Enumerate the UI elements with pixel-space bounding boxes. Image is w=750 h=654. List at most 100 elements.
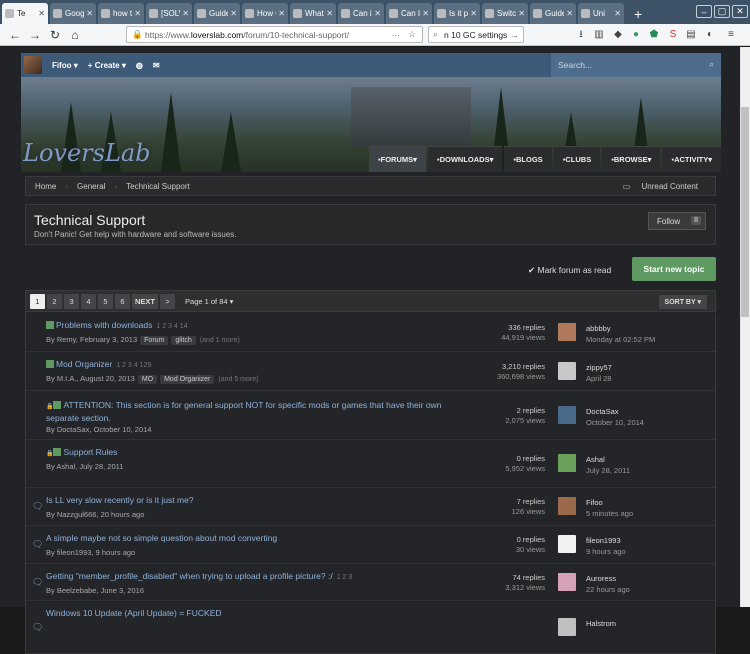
- tag-badge[interactable]: MO: [137, 375, 158, 384]
- tab-close-icon[interactable]: ✕: [518, 9, 525, 18]
- last-poster[interactable]: Auroress: [586, 573, 630, 584]
- tab-close-icon[interactable]: ✕: [566, 9, 573, 18]
- close-window-button[interactable]: ✕: [732, 5, 748, 18]
- topic-title[interactable]: Windows 10 Update (April Update) = FUCKE…: [46, 608, 222, 619]
- page-button[interactable]: 6: [115, 293, 130, 309]
- topic-pages[interactable]: 1 2 3: [337, 574, 353, 581]
- topic-title-text[interactable]: Is LL very slow recently or is it just m…: [46, 495, 194, 505]
- nav-downloads[interactable]: ▪ DOWNLOADS ▾: [427, 146, 503, 172]
- download-icon[interactable]: ⭳: [575, 29, 587, 41]
- browser-tab[interactable]: how t ✕: [98, 3, 144, 24]
- topic-title[interactable]: 🔒 Support Rules: [46, 447, 117, 460]
- browser-tab[interactable]: [SOLV✕: [146, 3, 192, 24]
- extension-icon-1[interactable]: ◆: [612, 29, 624, 41]
- tab-close-icon[interactable]: ✕: [278, 9, 285, 18]
- avatar[interactable]: [24, 56, 42, 74]
- table-row[interactable]: 🗨 Getting "member_profile_disabled" when …: [26, 564, 715, 601]
- messages-icon[interactable]: ✉: [153, 61, 160, 70]
- nav-clubs[interactable]: ▪ CLUBS: [553, 146, 601, 172]
- browser-tab[interactable]: Can I ✕: [386, 3, 432, 24]
- browser-tab[interactable]: Is it p ✕: [434, 3, 480, 24]
- reload-icon[interactable]: ↻: [46, 28, 64, 42]
- table-row[interactable]: Mod Organizer 1 2 3 4 129 By M.I.A., Augus…: [26, 352, 715, 391]
- last-poster[interactable]: DoctaSax: [586, 406, 644, 417]
- browser-tab[interactable]: Goog ✕: [50, 3, 96, 24]
- browser-tab[interactable]: Te ✕: [2, 3, 48, 24]
- topic-title[interactable]: Is LL very slow recently or is it just m…: [46, 495, 194, 506]
- avatar[interactable]: [558, 405, 576, 424]
- site-search-icon[interactable]: ⌕: [709, 59, 714, 70]
- home-icon[interactable]: ⌂: [66, 28, 84, 42]
- tag-badge[interactable]: Forum: [140, 336, 169, 345]
- breadcrumb-current[interactable]: Technical Support: [117, 182, 199, 191]
- avatar[interactable]: [558, 361, 576, 380]
- page-button[interactable]: 3: [64, 293, 79, 309]
- tab-close-icon[interactable]: ✕: [230, 9, 237, 18]
- mark-read-link[interactable]: ✔ Mark forum as read: [528, 265, 611, 276]
- username-menu[interactable]: Fifoo ▾: [52, 61, 78, 70]
- table-row[interactable]: 🔒 ATTENTION: This section is for general …: [26, 391, 715, 440]
- page-actions-icon[interactable]: ···: [392, 30, 401, 40]
- last-poster[interactable]: zippy57: [586, 362, 612, 373]
- minimize-button[interactable]: –: [696, 5, 712, 18]
- last-poster[interactable]: Fifoo: [586, 497, 633, 508]
- browser-tab[interactable]: Switc ✕: [482, 3, 528, 24]
- nav-blogs[interactable]: ▪ BLOGS: [504, 146, 552, 172]
- page-button[interactable]: 5: [98, 293, 113, 309]
- last-poster[interactable]: abbbby: [586, 323, 655, 334]
- last-poster[interactable]: Ashal: [586, 454, 630, 465]
- nav-browse[interactable]: ▪ BROWSE ▾: [602, 146, 661, 172]
- browser-tab[interactable]: Guide ✕: [194, 3, 240, 24]
- avatar[interactable]: [558, 497, 576, 515]
- topic-title[interactable]: 🔒 ATTENTION: This section is for general …: [46, 400, 446, 424]
- globe-icon[interactable]: ◍: [136, 61, 143, 70]
- extension-icon-3[interactable]: S: [667, 29, 679, 41]
- table-row[interactable]: 🔒 Support Rules By Ashal, July 28, 2011 0 r…: [26, 440, 715, 488]
- site-logo[interactable]: LoversLab: [23, 139, 151, 167]
- forward-icon[interactable]: →: [26, 28, 44, 42]
- topic-title-text[interactable]: Problems with downloads: [56, 320, 152, 330]
- topic-title-text[interactable]: Mod Organizer: [56, 359, 112, 369]
- new-tab-button[interactable]: +: [626, 3, 650, 24]
- topic-title[interactable]: Mod Organizer 1 2 3 4 129: [46, 359, 151, 371]
- topic-title-text[interactable]: A simple maybe not so simple question ab…: [46, 533, 277, 543]
- topic-title-text[interactable]: Windows 10 Update (April Update) = FUCKE…: [46, 608, 222, 618]
- topic-title-text[interactable]: ATTENTION: This section is for general s…: [46, 400, 441, 423]
- avatar[interactable]: [558, 454, 576, 472]
- table-row[interactable]: 🗨 Windows 10 Update (April Update) = FUCK…: [26, 601, 715, 654]
- tab-close-icon[interactable]: ✕: [182, 9, 189, 18]
- table-row[interactable]: Problems with downloads 1 2 3 4 14 By Remy…: [26, 313, 715, 352]
- tag-badge[interactable]: glitch: [171, 336, 196, 345]
- avatar[interactable]: [558, 322, 576, 341]
- next-page-button[interactable]: NEXT: [132, 293, 159, 309]
- topic-title-text[interactable]: Support Rules: [63, 447, 117, 457]
- page-jump-menu[interactable]: Page 1 of 84 ▾: [185, 297, 233, 306]
- shield-icon[interactable]: ⬟: [648, 29, 660, 41]
- nav-activity[interactable]: ▪ ACTIVITY ▾: [662, 146, 721, 172]
- page-button[interactable]: 1: [30, 293, 45, 309]
- browser-tab[interactable]: How C✕: [242, 3, 288, 24]
- tab-close-icon[interactable]: ✕: [134, 9, 141, 18]
- browser-tab[interactable]: Uni ✕: [578, 3, 624, 24]
- search-go-icon[interactable]: →: [511, 30, 520, 40]
- start-new-topic-button[interactable]: Start new topic: [632, 257, 716, 281]
- browser-tab[interactable]: What ✕: [290, 3, 336, 24]
- browser-tab[interactable]: Guide ✕: [530, 3, 576, 24]
- browser-tab[interactable]: Can i ✕: [338, 3, 384, 24]
- page-button[interactable]: 4: [81, 293, 96, 309]
- site-search-input[interactable]: Search... ⌕: [551, 53, 721, 77]
- topic-title[interactable]: A simple maybe not so simple question ab…: [46, 533, 277, 544]
- extension-icon-4[interactable]: ◐: [704, 29, 716, 41]
- breadcrumb-home[interactable]: Home: [26, 182, 65, 191]
- nav-forums[interactable]: ▪ FORUMS ▾: [368, 146, 426, 172]
- tab-close-icon[interactable]: ✕: [470, 9, 477, 18]
- menu-icon[interactable]: ≡: [725, 29, 737, 41]
- tab-close-icon[interactable]: ✕: [422, 9, 429, 18]
- create-menu[interactable]: + Create ▾: [88, 61, 126, 70]
- avatar[interactable]: [558, 572, 576, 591]
- topic-pages[interactable]: 1 2 3 4 14: [156, 323, 187, 330]
- topic-title[interactable]: Getting "member_profile_disabled" when t…: [46, 571, 352, 583]
- breadcrumb-general[interactable]: General: [68, 182, 114, 191]
- more-tags[interactable]: (and 1 more): [200, 337, 240, 344]
- last-poster[interactable]: Halstrom: [586, 618, 616, 629]
